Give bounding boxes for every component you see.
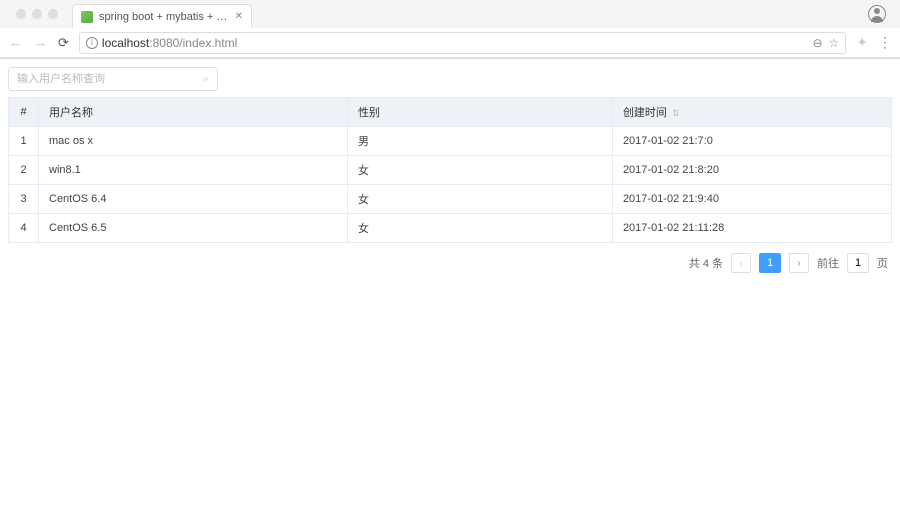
window-minimize-button[interactable] [32,9,42,19]
address-bar[interactable]: i localhost:8080/index.html ⊖ ☆ [79,32,846,54]
extension-icon[interactable]: ✦ [856,34,868,51]
pagination-next-button[interactable]: › [789,253,809,273]
zoom-icon[interactable]: ⊖ [812,36,822,50]
tab-title: spring boot + mybatis + vue + [99,11,229,23]
cell-gender: 女 [348,214,613,243]
window-close-button[interactable] [16,9,26,19]
cell-created: 2017-01-02 21:8:20 [612,156,891,185]
header-created[interactable]: 创建时间 ⇅ [612,98,891,127]
table-header-row: # 用户名称 性别 创建时间 ⇅ [9,98,892,127]
bookmark-icon[interactable]: ☆ [829,36,840,50]
cell-name: CentOS 6.5 [39,214,348,243]
cell-gender: 女 [348,185,613,214]
table-row[interactable]: 4CentOS 6.5女2017-01-02 21:11:28 [9,214,892,243]
cell-index: 3 [9,185,39,214]
cell-index: 4 [9,214,39,243]
pagination-goto-suffix: 页 [877,255,888,271]
cell-name: CentOS 6.4 [39,185,348,214]
cell-gender: 女 [348,156,613,185]
pagination-goto-label: 前往 [817,255,839,271]
search-icon[interactable]: ⌕ [203,73,209,86]
cell-gender: 男 [348,127,613,156]
tab-close-icon[interactable]: ✕ [235,11,243,22]
table-row[interactable]: 1mac os x男2017-01-02 21:7:0 [9,127,892,156]
table-row[interactable]: 2win8.1女2017-01-02 21:8:20 [9,156,892,185]
search-box: ⌕ [8,67,218,91]
header-created-label: 创建时间 [623,107,667,119]
cell-created: 2017-01-02 21:7:0 [612,127,891,156]
url-host: localhost [102,36,149,50]
site-info-icon[interactable]: i [86,37,98,49]
browser-chrome: spring boot + mybatis + vue + ✕ ← → ⟳ i … [0,0,900,59]
cell-name: mac os x [39,127,348,156]
pagination-total: 共 4 条 [689,255,723,271]
browser-profile-button[interactable] [868,5,886,23]
url-path: :8080/index.html [149,36,237,50]
header-index[interactable]: # [9,98,39,127]
profile-icon [868,5,886,23]
sort-icon[interactable]: ⇅ [672,108,680,118]
window-maximize-button[interactable] [48,9,58,19]
pagination-prev-button[interactable]: ‹ [731,253,751,273]
nav-back-button[interactable]: ← [8,34,23,51]
window-controls [8,9,66,19]
pagination-goto-input[interactable] [847,253,869,273]
tab-bar: spring boot + mybatis + vue + ✕ [0,0,900,28]
pagination: 共 4 条 ‹ 1 › 前往 页 [8,243,892,283]
browser-toolbar: ← → ⟳ i localhost:8080/index.html ⊖ ☆ ✦ … [0,28,900,58]
table-row[interactable]: 3CentOS 6.4女2017-01-02 21:9:40 [9,185,892,214]
data-table: # 用户名称 性别 创建时间 ⇅ 1mac os x男2017-01-02 21… [8,97,892,243]
cell-name: win8.1 [39,156,348,185]
cell-created: 2017-01-02 21:9:40 [612,185,891,214]
cell-created: 2017-01-02 21:11:28 [612,214,891,243]
header-name[interactable]: 用户名称 [39,98,348,127]
cell-index: 1 [9,127,39,156]
page-content: ⌕ # 用户名称 性别 创建时间 ⇅ 1mac os x男2017-01-02 … [0,59,900,291]
nav-forward-button[interactable]: → [33,34,48,51]
browser-menu-button[interactable]: ⋮ [878,34,892,51]
pagination-page-1[interactable]: 1 [759,253,781,273]
search-input[interactable] [17,73,203,85]
cell-index: 2 [9,156,39,185]
tab-favicon-icon [81,11,93,23]
header-gender[interactable]: 性别 [348,98,613,127]
reload-button[interactable]: ⟳ [58,35,69,51]
browser-tab[interactable]: spring boot + mybatis + vue + ✕ [72,4,252,28]
